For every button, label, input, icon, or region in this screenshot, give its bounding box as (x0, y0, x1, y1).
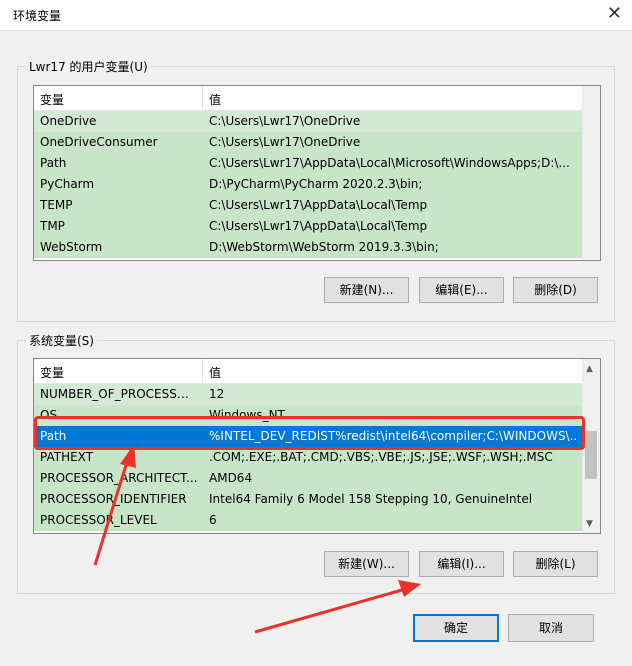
variable-value-cell: C:\Users\Lwr17\AppData\Local\Temp (209, 219, 428, 233)
system-variables-list[interactable]: 变量 值 NUMBER_OF_PROCESSORS 12 OS Windows_NT P… (33, 358, 601, 534)
ok-button[interactable]: 确定 (413, 614, 499, 642)
table-row[interactable]: OneDrive C:\Users\Lwr17\OneDrive (34, 111, 582, 132)
variable-value-cell: C:\Users\Lwr17\OneDrive (209, 135, 361, 149)
table-row[interactable]: OS Windows_NT (34, 405, 582, 426)
variable-value-cell: D:\WebStorm\WebStorm 2019.3.3\bin; (209, 240, 439, 254)
column-header-value[interactable]: 值 (209, 364, 221, 381)
window-title: 环境变量 (13, 9, 62, 23)
scroll-down-icon[interactable]: ▼ (586, 519, 593, 529)
table-row[interactable]: PROCESSOR_IDENTIFIER Intel64 Family 6 Mod… (34, 489, 582, 510)
table-row[interactable]: WebStorm D:\WebStorm\WebStorm 2019.3.3\bi… (34, 237, 582, 258)
variable-value-cell: C:\Users\Lwr17\AppData\Local\Microsoft\W… (209, 156, 570, 170)
table-row[interactable]: PROCESSOR_ARCHITECT... AMD64 (34, 468, 582, 489)
variable-value-cell: AMD64 (209, 471, 253, 485)
variable-value-cell: Windows_NT (209, 408, 285, 422)
user-variables-list[interactable]: 变量 值 OneDrive C:\Users\Lwr17\OneDrive OneD… (33, 85, 601, 261)
variable-name-cell: Path (40, 156, 67, 170)
system-list-scrollbar[interactable]: ▲ ▼ (582, 359, 600, 533)
user-delete-button[interactable]: 删除(D) (513, 277, 598, 303)
column-header-value[interactable]: 值 (209, 91, 221, 108)
scroll-up-icon[interactable]: ▲ (586, 364, 593, 374)
column-separator[interactable] (202, 86, 203, 110)
system-delete-button[interactable]: 删除(L) (513, 551, 598, 577)
system-list-header: 变量 值 (34, 359, 582, 384)
table-row[interactable]: Path C:\Users\Lwr17\AppData\Local\Microso… (34, 153, 582, 174)
variable-value-cell: 12 (209, 387, 225, 401)
column-separator[interactable] (202, 359, 203, 383)
variable-value-cell: %INTEL_DEV_REDIST%redist\intel64\compile… (209, 429, 577, 443)
user-list-header: 变量 值 (34, 86, 582, 111)
variable-name-cell: TEMP (40, 198, 73, 212)
user-list-scrollbar[interactable] (582, 86, 600, 260)
variable-name-cell: WebStorm (40, 240, 103, 254)
user-edit-button[interactable]: 编辑(E)... (419, 277, 504, 303)
variable-value-cell: 6 (209, 513, 217, 527)
table-row[interactable]: PyCharm D:\PyCharm\PyCharm 2020.2.3\bin; (34, 174, 582, 195)
variable-name-cell: OneDrive (40, 114, 97, 128)
system-edit-button[interactable]: 编辑(I)... (419, 551, 504, 577)
system-variables-label: 系统变量(S) (26, 332, 97, 349)
scrollbar-thumb[interactable] (585, 431, 597, 479)
close-icon[interactable]: ✕ (607, 4, 622, 24)
variable-name-cell: PyCharm (40, 177, 95, 191)
variable-name-cell: PATHEXT (40, 450, 94, 464)
table-row[interactable]: PATHEXT .COM;.EXE;.BAT;.CMD;.VBS;.VBE;.JS… (34, 447, 582, 468)
user-variables-label: Lwr17 的用户变量(U) (26, 58, 151, 75)
variable-value-cell: .COM;.EXE;.BAT;.CMD;.VBS;.VBE;.JS;.JSE;.… (209, 450, 553, 464)
table-row[interactable]: Path %INTEL_DEV_REDIST%redist\intel64\com… (34, 426, 582, 447)
variable-value-cell: C:\Users\Lwr17\AppData\Local\Temp (209, 198, 428, 212)
variable-name-cell: PROCESSOR_LEVEL (40, 513, 157, 527)
user-new-button[interactable]: 新建(N)... (324, 277, 409, 303)
variable-value-cell: C:\Users\Lwr17\OneDrive (209, 114, 361, 128)
table-row[interactable]: OneDriveConsumer C:\Users\Lwr17\OneDrive (34, 132, 582, 153)
column-header-variable[interactable]: 变量 (40, 364, 64, 381)
table-row[interactable]: TMP C:\Users\Lwr17\AppData\Local\Temp (34, 216, 582, 237)
variable-name-cell: OS (40, 408, 58, 422)
variable-name-cell: OneDriveConsumer (40, 135, 158, 149)
table-row[interactable]: PROCESSOR_LEVEL 6 (34, 510, 582, 531)
variable-value-cell: D:\PyCharm\PyCharm 2020.2.3\bin; (209, 177, 423, 191)
system-new-button[interactable]: 新建(W)... (324, 551, 409, 577)
table-row[interactable]: TEMP C:\Users\Lwr17\AppData\Local\Temp (34, 195, 582, 216)
variable-name-cell: PROCESSOR_IDENTIFIER (40, 492, 187, 506)
title-bar: 环境变量 ✕ (0, 0, 632, 31)
variable-value-cell: Intel64 Family 6 Model 158 Stepping 10, … (209, 492, 533, 506)
table-row[interactable]: NUMBER_OF_PROCESSORS 12 (34, 384, 582, 405)
variable-name-cell: Path (40, 429, 67, 443)
cancel-button[interactable]: 取消 (508, 614, 594, 642)
variable-name-cell: NUMBER_OF_PROCESSORS (40, 387, 198, 401)
variable-name-cell: TMP (40, 219, 65, 233)
column-header-variable[interactable]: 变量 (40, 91, 64, 108)
variable-name-cell: PROCESSOR_ARCHITECT... (40, 471, 198, 485)
